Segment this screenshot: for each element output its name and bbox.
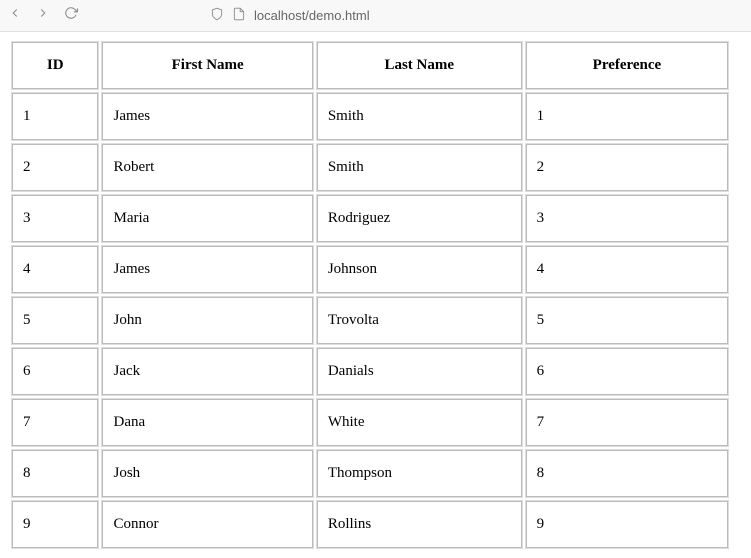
cell-preference: 1: [526, 93, 729, 140]
cell-id: 1: [12, 93, 98, 140]
cell-preference: 5: [526, 297, 729, 344]
cell-first_name: Robert: [102, 144, 312, 191]
cell-last_name: Smith: [317, 93, 522, 140]
cell-first_name: Connor: [102, 501, 312, 548]
cell-id: 6: [12, 348, 98, 395]
table-row: 2RobertSmith2: [12, 144, 728, 191]
browser-toolbar: localhost/demo.html: [0, 0, 751, 32]
table-row: 7DanaWhite7: [12, 399, 728, 446]
header-id: ID: [12, 42, 98, 89]
table-header-row: ID First Name Last Name Preference: [12, 42, 728, 89]
url-text: localhost/demo.html: [254, 8, 370, 23]
cell-last_name: Johnson: [317, 246, 522, 293]
cell-preference: 6: [526, 348, 729, 395]
cell-preference: 4: [526, 246, 729, 293]
cell-id: 5: [12, 297, 98, 344]
cell-id: 4: [12, 246, 98, 293]
forward-icon[interactable]: [36, 6, 50, 25]
cell-preference: 8: [526, 450, 729, 497]
cell-last_name: White: [317, 399, 522, 446]
back-icon[interactable]: [8, 6, 22, 25]
page-icon: [232, 7, 246, 24]
cell-last_name: Trovolta: [317, 297, 522, 344]
cell-last_name: Thompson: [317, 450, 522, 497]
cell-first_name: Josh: [102, 450, 312, 497]
cell-last_name: Rollins: [317, 501, 522, 548]
table-row: 4JamesJohnson4: [12, 246, 728, 293]
cell-preference: 7: [526, 399, 729, 446]
address-bar[interactable]: localhost/demo.html: [210, 7, 370, 24]
cell-id: 9: [12, 501, 98, 548]
cell-last_name: Danials: [317, 348, 522, 395]
cell-first_name: Maria: [102, 195, 312, 242]
cell-last_name: Rodriguez: [317, 195, 522, 242]
cell-first_name: Dana: [102, 399, 312, 446]
cell-first_name: John: [102, 297, 312, 344]
table-row: 5JohnTrovolta5: [12, 297, 728, 344]
cell-first_name: James: [102, 246, 312, 293]
cell-id: 8: [12, 450, 98, 497]
table-row: 3MariaRodriguez3: [12, 195, 728, 242]
data-table: ID First Name Last Name Preference 1Jame…: [8, 38, 732, 552]
table-row: 8JoshThompson8: [12, 450, 728, 497]
table-row: 9ConnorRollins9: [12, 501, 728, 548]
cell-first_name: James: [102, 93, 312, 140]
header-first-name: First Name: [102, 42, 312, 89]
shield-icon: [210, 7, 224, 24]
page-content: ID First Name Last Name Preference 1Jame…: [0, 32, 751, 558]
cell-preference: 9: [526, 501, 729, 548]
cell-preference: 3: [526, 195, 729, 242]
header-preference: Preference: [526, 42, 729, 89]
cell-last_name: Smith: [317, 144, 522, 191]
cell-id: 3: [12, 195, 98, 242]
cell-id: 7: [12, 399, 98, 446]
cell-preference: 2: [526, 144, 729, 191]
header-last-name: Last Name: [317, 42, 522, 89]
cell-id: 2: [12, 144, 98, 191]
reload-icon[interactable]: [64, 6, 78, 25]
nav-controls: [8, 6, 78, 25]
cell-first_name: Jack: [102, 348, 312, 395]
table-row: 1JamesSmith1: [12, 93, 728, 140]
table-row: 6JackDanials6: [12, 348, 728, 395]
